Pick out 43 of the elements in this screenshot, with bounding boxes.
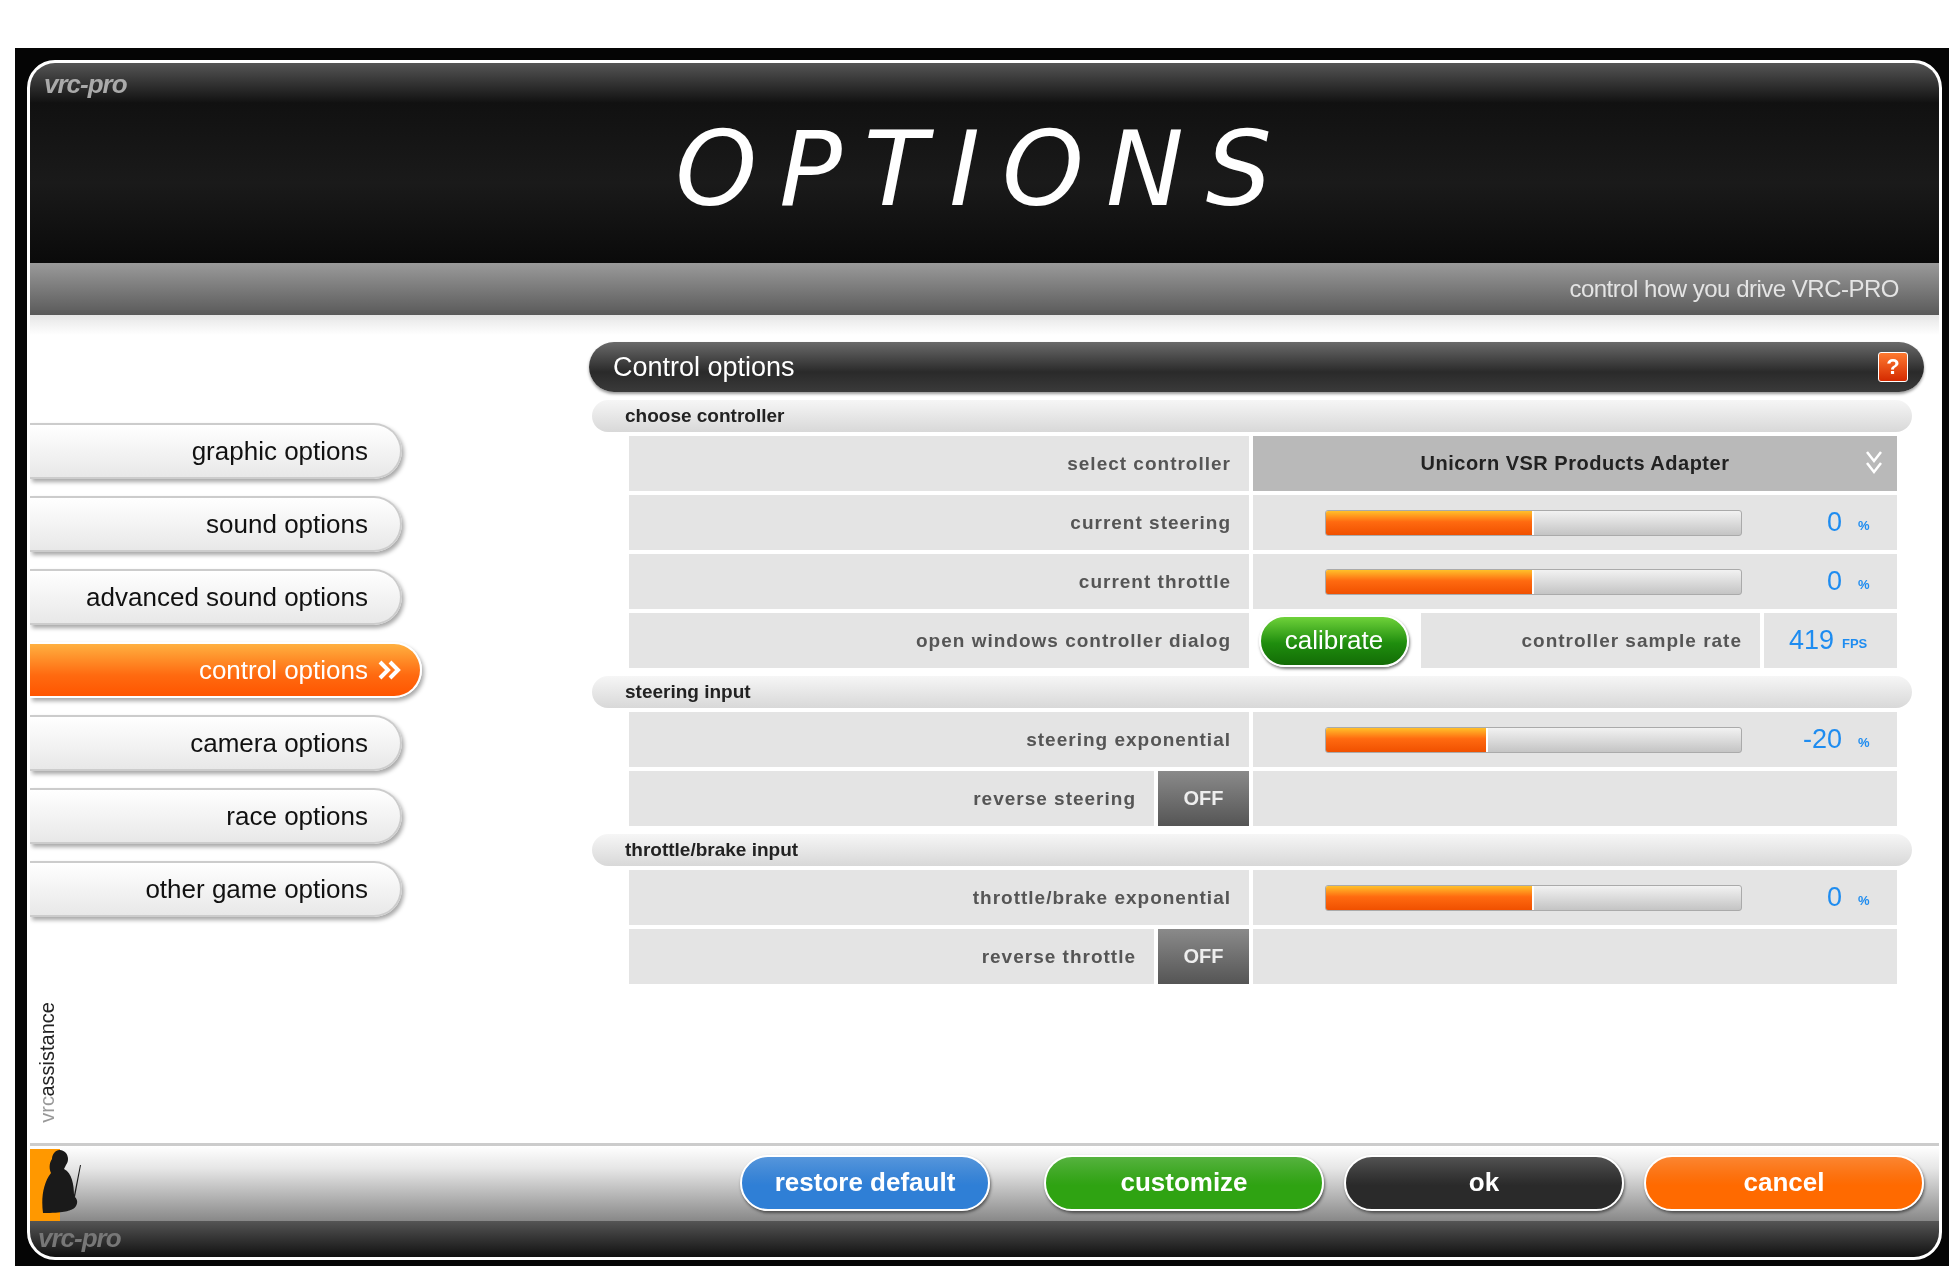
sidebar-item[interactable]: other game options <box>30 861 402 917</box>
row-label: throttle/brake exponential <box>629 870 1249 925</box>
footer-button[interactable]: ok <box>1344 1154 1624 1211</box>
meter-reading: -20 <box>1801 724 1842 755</box>
sidebar-item[interactable]: race options <box>30 788 402 844</box>
meter-reading: 0 <box>1825 507 1842 538</box>
row-label: current steering <box>629 495 1249 550</box>
section-title: throttle/brake input <box>625 839 799 861</box>
assistance-prefix: vrc <box>36 1096 59 1123</box>
row-label: reverse throttle <box>629 929 1154 984</box>
page-title: OPTIONS <box>675 108 1294 230</box>
unit-label: FPS <box>1842 636 1868 651</box>
row-label: reverse steering <box>629 771 1154 826</box>
double-chevron-icon <box>1865 450 1883 476</box>
panel-title: Control options <box>613 351 795 383</box>
logo: vrc-pro <box>44 69 127 100</box>
unit-label: % <box>1858 893 1870 908</box>
unit-label: % <box>1858 577 1870 592</box>
sidebar-item[interactable]: advanced sound options <box>30 569 402 625</box>
sample-rate-value: 419 <box>1787 625 1834 656</box>
assistance-label: assistance <box>36 1001 59 1097</box>
controller-dropdown[interactable]: Unicorn VSR Products Adapter <box>1253 436 1897 491</box>
double-chevron-icon <box>378 660 402 680</box>
section-title: steering input <box>625 681 751 703</box>
toggle-button[interactable]: OFF <box>1158 929 1249 984</box>
row-label: steering exponential <box>629 712 1249 767</box>
row-label: controller sample rate <box>1421 613 1760 668</box>
row-label: current throttle <box>629 554 1249 609</box>
sidebar-item[interactable]: graphic options <box>30 423 402 479</box>
toggle-button[interactable]: OFF <box>1158 771 1249 826</box>
calibrate-button[interactable]: calibrate <box>1259 614 1409 667</box>
section-title: choose controller <box>625 405 785 427</box>
meter-reading: 0 <box>1825 566 1842 597</box>
unit-label: % <box>1858 735 1870 750</box>
meter-reading: 0 <box>1825 882 1842 913</box>
subtitle: control how you drive VRC-PRO <box>1569 275 1899 303</box>
sidebar-item[interactable]: camera options <box>30 715 402 771</box>
footer-button[interactable]: restore default <box>740 1154 990 1211</box>
unit-label: % <box>1858 518 1870 533</box>
sidebar-item[interactable]: sound options <box>30 496 402 552</box>
row-label: open windows controller dialog <box>629 613 1249 668</box>
row-label: select controller <box>629 436 1249 491</box>
footer-logo: vrc-pro <box>38 1223 121 1254</box>
